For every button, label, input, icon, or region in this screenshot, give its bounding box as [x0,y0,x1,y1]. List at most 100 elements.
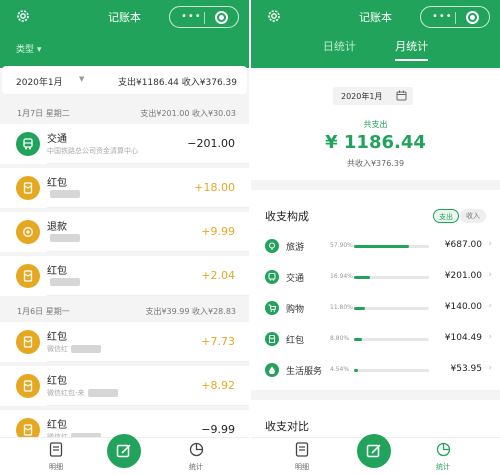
redacted-text [50,190,80,198]
record-note [47,278,80,286]
row-divider [47,295,249,296]
filter-bar: 类型 ▾ [0,32,249,68]
envelope-icon [16,176,40,200]
details-screen: 记账本 ••• 类型 ▾ 2020年1月 ▼ 支出¥1186.44 收入¥376… [0,0,249,475]
record-row[interactable]: 交通中国铁路总公司资金清算中心 −201.00 [0,124,249,164]
composition-percent: 4.54% [330,366,350,373]
nav-stats-label: 统计 [189,463,203,471]
composition-bar-fill [354,276,370,279]
record-note: 微信红包-来 [47,388,118,398]
month-selector[interactable]: 2020年1月 [16,75,63,88]
composition-amount: ¥201.00 [444,271,482,281]
composition-bar-track [354,369,429,372]
record-amount: +7.73 [201,335,235,348]
stats-screen: 记账本 ••• 日统计 月统计 2020年1月 共支出 ¥ 1186.44 共收… [251,0,500,475]
tab-monthly-stats[interactable]: 月统计 [395,38,429,61]
record-category: 交通 [47,134,67,145]
redacted-text [50,234,80,242]
bottom-nav: 明细 统计 [251,434,500,475]
month-picker[interactable]: 2020年1月 [333,87,413,105]
composition-row[interactable]: 生活服务 4.54% ¥53.95 › [251,360,500,380]
record-category: 红包 [47,332,67,343]
caret-down-icon[interactable]: ▼ [79,75,84,83]
day-summary: 支出¥201.00 收入¥30.03 [140,109,236,118]
mini-program-capsule[interactable]: ••• [169,6,239,28]
record-note: 中国铁路总公司资金清算中心 [47,146,138,156]
nav-stats[interactable]: 统计 [176,442,216,472]
nav-details[interactable]: 明细 [282,442,322,472]
capsule-divider [204,12,205,24]
day-date: 1月7日 星期二 [17,109,70,118]
record-row[interactable]: 红包 +2.04 [0,256,249,296]
composition-amount: ¥104.49 [444,333,482,343]
nav-details-label: 明细 [49,463,63,471]
record-category: 红包 [47,420,67,431]
day-header: 1月6日 星期一 支出¥39.99 收入¥28.83 [0,300,249,322]
composition-amount: ¥687.00 [444,240,482,250]
composition-row[interactable]: 旅游 57.90% ¥687.00 › [251,236,500,256]
close-target-icon[interactable] [215,11,228,24]
composition-bar-track [354,276,429,279]
record-note-text: 微信红 [47,345,68,353]
total-expense-label: 共支出 [363,120,388,129]
toggle-income[interactable]: 收入 [460,209,486,223]
more-icon[interactable]: ••• [181,11,202,22]
capsule-divider [455,12,456,24]
chevron-right-icon: › [488,363,492,373]
redacted-text [50,278,80,286]
bus-icon [16,132,40,156]
mini-program-capsule[interactable]: ••• [420,6,490,28]
calendar-icon [396,90,407,101]
composition-bar-track [354,307,429,310]
composition-percent: 57.90% [330,242,353,249]
document-icon [295,442,309,457]
composition-row[interactable]: 购物 11.80% ¥140.00 › [251,298,500,318]
close-target-icon[interactable] [466,11,479,24]
top-bar: 记账本 ••• [0,0,249,32]
row-divider [47,251,249,252]
chevron-right-icon: › [488,239,492,249]
composition-category: 旅游 [286,243,305,253]
composition-bar-fill [354,245,409,248]
record-amount: −201.00 [187,137,235,150]
tab-daily-stats[interactable]: 日统计 [323,38,356,59]
nav-stats[interactable]: 统计 [423,442,463,472]
record-category: 红包 [47,376,67,387]
record-row[interactable]: 红包 +18.00 [0,168,249,208]
composition-percent: 16.94% [330,273,353,280]
row-divider [47,163,249,164]
add-record-button[interactable] [107,434,141,468]
composition-row[interactable]: 交通 16.94% ¥201.00 › [251,267,500,287]
record-amount: +9.99 [201,225,235,238]
chevron-right-icon: › [488,301,492,311]
record-row[interactable]: 红包微信红包-来 +8.92 [0,366,249,406]
bottom-nav: 明细 统计 [0,434,249,475]
day-header: 1月7日 星期二 支出¥201.00 收入¥30.03 [0,102,249,124]
month-summary-bar: 2020年1月 ▼ 支出¥1186.44 收入¥376.39 [2,66,247,94]
refund-icon [16,220,40,244]
toggle-expense[interactable]: 支出 [433,209,459,223]
composition-amount: ¥140.00 [444,302,482,312]
caret-down-icon: ▾ [36,45,42,55]
pie-chart-icon [436,442,450,457]
add-record-button[interactable] [357,434,391,468]
record-amount: +18.00 [194,181,235,194]
record-note-text: 中国铁路总公司资金清算中心 [47,147,138,155]
month-summary: 支出¥1186.44 收入¥376.39 [117,78,237,88]
service-icon [265,363,279,377]
more-icon[interactable]: ••• [432,11,453,22]
record-amount: +8.92 [201,379,235,392]
record-note [47,190,80,198]
top-bar: 记账本 ••• [251,0,500,32]
record-row[interactable]: 红包微信红 +7.73 [0,322,249,362]
type-filter-dropdown[interactable]: 类型 ▾ [16,42,41,55]
expense-income-toggle: 支出 收入 [433,209,486,223]
nav-details[interactable]: 明细 [36,442,76,472]
edit-icon [116,444,131,458]
composition-row[interactable]: 红包 8.80% ¥104.49 › [251,329,500,349]
document-icon [49,442,63,457]
record-note-text: 微信红包-来 [47,389,85,397]
record-row[interactable]: 退款 +9.99 [0,212,249,252]
row-divider [47,207,249,208]
day-summary: 支出¥39.99 收入¥28.83 [145,307,236,316]
